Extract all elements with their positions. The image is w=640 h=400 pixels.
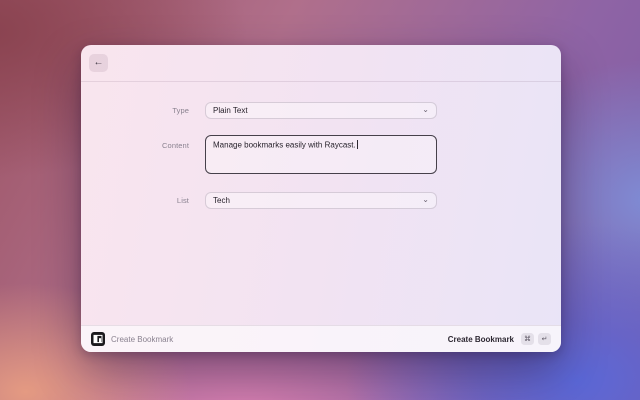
back-button[interactable]: ← (89, 54, 108, 72)
footer-command-name: Create Bookmark (111, 335, 173, 344)
desktop-background: ← Type Plain Text ⌄ Content Manage bookm… (0, 0, 640, 400)
form-row-content: Content Manage bookmarks easily with Ray… (81, 135, 561, 174)
create-bookmark-form: Type Plain Text ⌄ Content Manage bookmar… (81, 82, 561, 209)
footer-command-info: Create Bookmark (91, 332, 173, 346)
window-footer: Create Bookmark Create Bookmark ⌘ ↵ (81, 325, 561, 352)
content-textarea[interactable]: Manage bookmarks easily with Raycast. (205, 135, 437, 174)
back-arrow-icon: ← (94, 58, 104, 68)
command-key-badge: ⌘ (521, 333, 534, 345)
form-row-type: Type Plain Text ⌄ (81, 102, 561, 119)
type-dropdown[interactable]: Plain Text ⌄ (205, 102, 437, 119)
list-label: List (81, 196, 189, 205)
list-dropdown-value: Tech (213, 196, 230, 205)
form-row-list: List Tech ⌄ (81, 192, 561, 209)
window-header: ← (81, 45, 561, 82)
chevron-down-icon: ⌄ (422, 106, 429, 114)
chevron-down-icon: ⌄ (422, 196, 429, 204)
return-key-badge: ↵ (538, 333, 551, 345)
create-bookmark-action[interactable]: Create Bookmark ⌘ ↵ (448, 333, 551, 345)
content-text: Manage bookmarks easily with Raycast. (213, 141, 356, 150)
type-dropdown-value: Plain Text (213, 106, 248, 115)
primary-action-label: Create Bookmark (448, 335, 514, 344)
text-caret (357, 140, 358, 149)
type-label: Type (81, 106, 189, 115)
bookmarks-extension-icon (91, 332, 105, 346)
content-label: Content (81, 141, 189, 150)
list-dropdown[interactable]: Tech ⌄ (205, 192, 437, 209)
raycast-window: ← Type Plain Text ⌄ Content Manage bookm… (81, 45, 561, 352)
